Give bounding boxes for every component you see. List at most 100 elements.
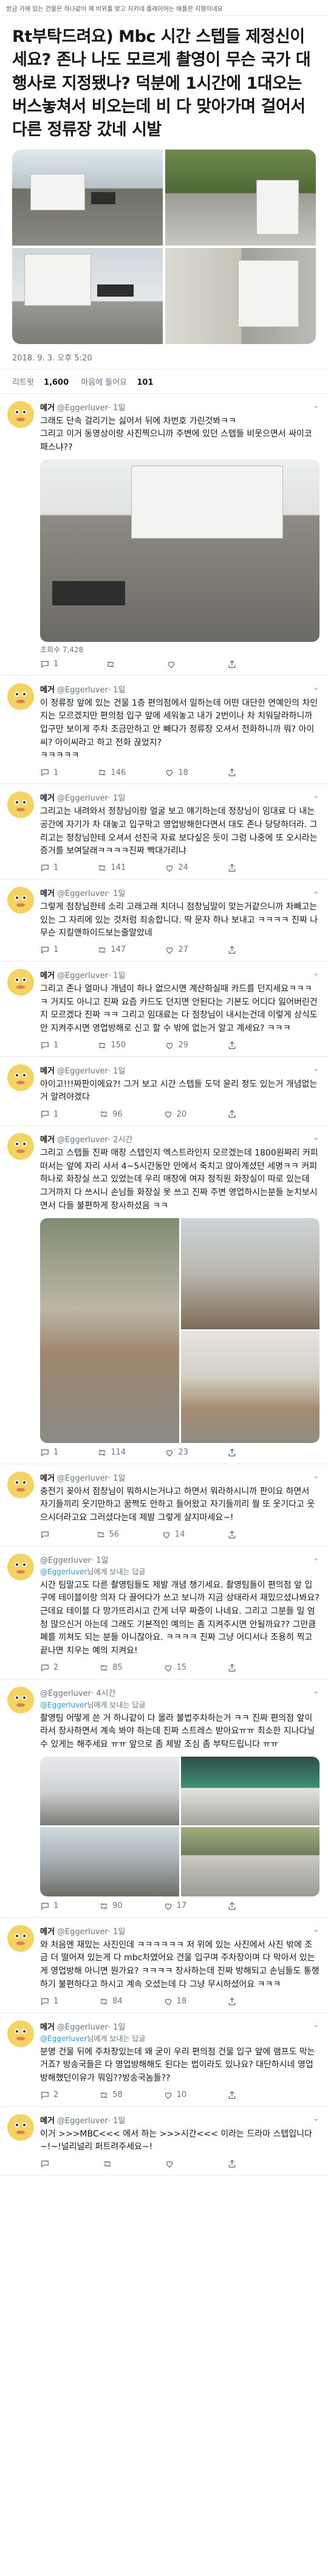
more-options-icon[interactable]: ⌄ (313, 1472, 319, 1481)
share-button[interactable] (227, 1901, 241, 1911)
more-options-icon[interactable]: ⌄ (313, 683, 319, 692)
photo-street[interactable] (12, 149, 163, 246)
share-button[interactable] (227, 1997, 241, 2006)
retweet-button[interactable] (106, 659, 119, 669)
reply-time[interactable]: · 1일 (108, 1927, 126, 1937)
like-button[interactable]: 20 (163, 1109, 186, 1119)
avatar[interactable] (7, 1064, 34, 1091)
like-button[interactable]: 29 (165, 1041, 188, 1050)
reply-button[interactable]: 1 (40, 1901, 58, 1911)
reply-button[interactable]: 2 (40, 1663, 58, 1673)
avatar[interactable] (7, 886, 34, 914)
share-button[interactable] (227, 2090, 241, 2100)
author-name[interactable]: 메거 (40, 404, 55, 413)
author-handle[interactable]: @Eggerluver (40, 1556, 91, 1565)
more-options-icon[interactable]: ⌄ (313, 1064, 319, 1073)
like-button[interactable]: 15 (163, 1663, 186, 1673)
retweet-button[interactable]: 85 (99, 1663, 123, 1673)
retweet-button[interactable]: 114 (97, 1448, 126, 1458)
share-button[interactable] (227, 1530, 241, 1540)
photo-tree[interactable] (165, 149, 316, 246)
author-handle[interactable]: @Eggerluver (57, 1927, 108, 1937)
reply-time[interactable]: · 1일 (108, 794, 126, 803)
author-name[interactable]: 메거 (40, 1067, 55, 1076)
reply-video[interactable] (40, 459, 319, 642)
more-options-icon[interactable]: ⌄ (313, 1925, 319, 1934)
retweet-button[interactable]: 147 (97, 945, 126, 955)
avatar[interactable] (7, 401, 34, 428)
author-handle[interactable]: @Eggerluver (57, 1067, 108, 1076)
photo-truck-4[interactable] (180, 1827, 319, 1896)
reply-button[interactable]: 1 (40, 1041, 58, 1050)
avatar[interactable] (7, 1924, 34, 1952)
avatar[interactable] (7, 1471, 34, 1498)
replying-handle[interactable]: @Eggerluver (40, 1701, 87, 1709)
reply-button[interactable]: 1 (40, 768, 58, 777)
share-button[interactable] (227, 659, 241, 669)
retweet-button[interactable]: 150 (97, 1041, 126, 1050)
replying-handle[interactable]: @Eggerluver (40, 2034, 87, 2043)
author-handle[interactable]: @Eggerluver (57, 686, 108, 695)
share-button[interactable] (227, 1663, 241, 1673)
reply-button[interactable] (40, 2159, 53, 2169)
like-button[interactable]: 17 (163, 1901, 186, 1911)
more-options-icon[interactable]: ⌄ (313, 2020, 319, 2030)
reply-time[interactable]: · 1일 (108, 2023, 126, 2032)
photo-truck-1[interactable] (40, 1756, 179, 1826)
reply-button[interactable]: 1 (40, 1109, 58, 1119)
author-name[interactable]: 메거 (40, 889, 55, 898)
avatar[interactable] (7, 2113, 34, 2141)
reply-time[interactable]: · 1일 (108, 889, 126, 898)
more-options-icon[interactable]: ⌄ (313, 2114, 319, 2123)
reply-button[interactable]: 1 (40, 1448, 58, 1458)
reply-time[interactable]: · 1일 (108, 971, 126, 980)
like-button[interactable] (165, 2159, 178, 2169)
share-button[interactable] (227, 1109, 241, 1119)
author-name[interactable]: 메거 (40, 971, 55, 980)
more-options-icon[interactable]: ⌄ (313, 791, 319, 801)
author-handle[interactable]: @Eggerluver (40, 1689, 91, 1698)
more-options-icon[interactable]: ⌄ (313, 1133, 319, 1142)
reply-photos[interactable] (40, 1756, 319, 1896)
reply-button[interactable]: 1 (40, 659, 58, 669)
share-button[interactable] (227, 768, 241, 777)
reply-time[interactable]: · 1일 (108, 1474, 126, 1483)
retweet-button[interactable]: 90 (99, 1901, 123, 1911)
photo-truck-3[interactable] (40, 1827, 179, 1896)
author-name[interactable]: 메거 (40, 2116, 55, 2126)
avatar[interactable] (7, 1553, 34, 1580)
reply-time[interactable]: · 4시간 (91, 1689, 115, 1698)
author-handle[interactable]: @Eggerluver (57, 1135, 108, 1145)
main-tweet-photos[interactable] (12, 149, 316, 344)
share-button[interactable] (227, 1448, 241, 1458)
reply-time[interactable]: · 2시간 (108, 1135, 132, 1145)
avatar[interactable] (7, 1686, 34, 1713)
reply-time[interactable]: · 1일 (108, 686, 126, 695)
author-handle[interactable]: @Eggerluver (57, 971, 108, 980)
avatar[interactable] (7, 2020, 34, 2047)
avatar[interactable] (7, 791, 34, 819)
photo-van[interactable] (12, 247, 163, 344)
author-handle[interactable]: @Eggerluver (57, 2116, 108, 2126)
like-button[interactable]: 10 (163, 2090, 186, 2100)
author-handle[interactable]: @Eggerluver (57, 2023, 108, 2032)
retweet-button[interactable]: 146 (97, 768, 126, 777)
like-button[interactable]: 18 (163, 1997, 186, 2006)
like-button[interactable]: 23 (165, 1448, 188, 1458)
author-name[interactable]: 메거 (40, 794, 55, 803)
retweet-button[interactable]: 96 (99, 1109, 123, 1119)
retweet-button[interactable]: 56 (96, 1530, 119, 1540)
share-button[interactable] (227, 945, 241, 955)
reply-time[interactable]: · 1일 (108, 2116, 126, 2126)
avatar[interactable] (7, 1133, 34, 1160)
replying-handle[interactable]: @Eggerluver (40, 1568, 87, 1576)
author-handle[interactable]: @Eggerluver (57, 889, 108, 898)
retweet-stat[interactable]: 리트윗 1,600 (12, 378, 71, 387)
author-name[interactable]: 메거 (40, 686, 55, 695)
author-name[interactable]: 메거 (40, 1927, 55, 1937)
more-options-icon[interactable]: ⌄ (313, 887, 319, 896)
more-options-icon[interactable]: ⌄ (313, 1687, 319, 1696)
reply-button[interactable]: 1 (40, 1997, 58, 2006)
share-button[interactable] (227, 863, 241, 873)
reply-button[interactable]: 1 (40, 863, 58, 873)
